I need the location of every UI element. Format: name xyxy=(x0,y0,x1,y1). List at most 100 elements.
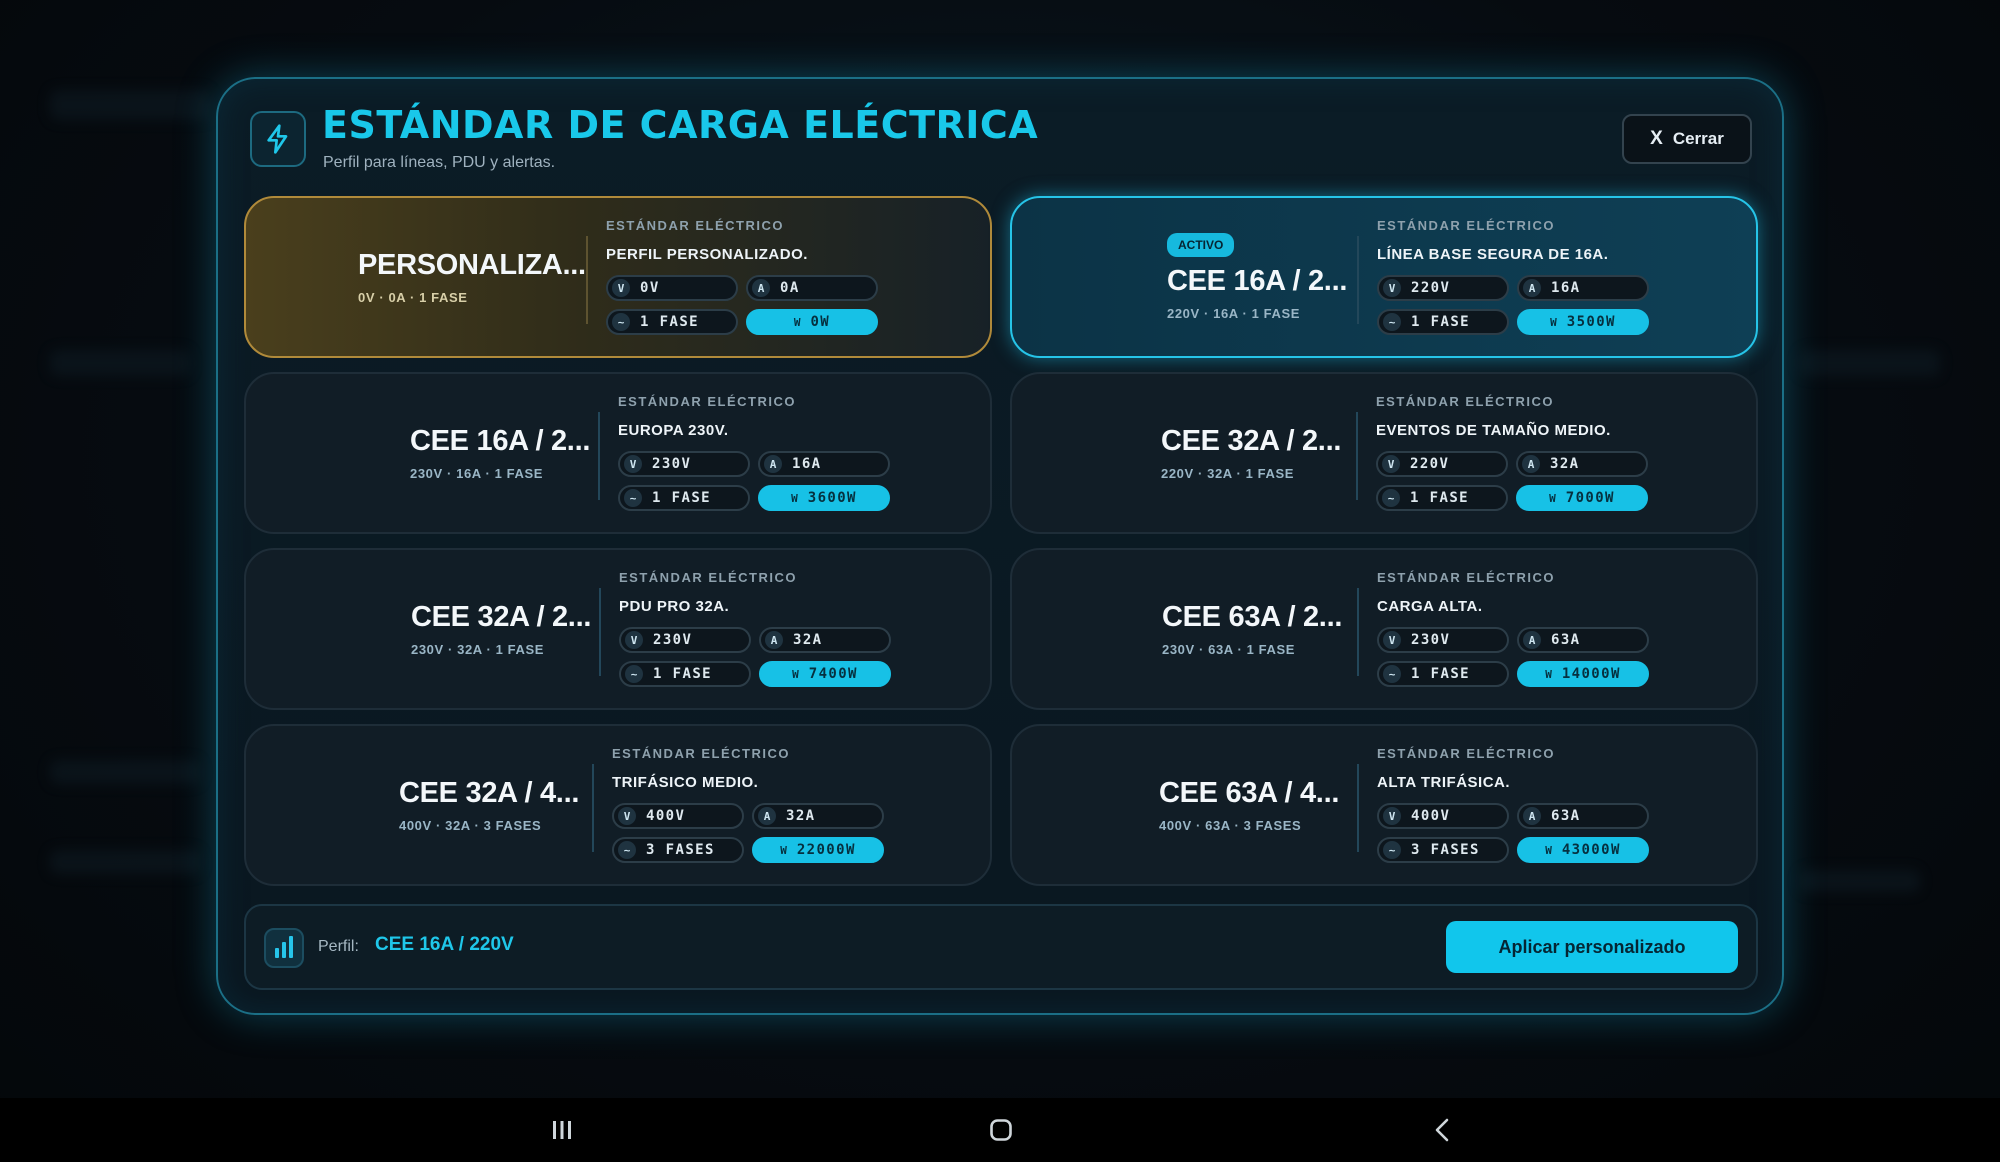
voltage-icon: V xyxy=(625,631,643,649)
voltage-icon: V xyxy=(624,455,642,473)
voltage-pill: V 220V xyxy=(1376,451,1508,477)
wattage-icon: W xyxy=(1550,315,1557,329)
wattage-icon: W xyxy=(792,667,799,681)
card-details: ESTÁNDAR ELÉCTRICO ALTA TRIFÁSICA. V 400V… xyxy=(1377,746,1649,863)
card-description: TRIFÁSICO MEDIO. xyxy=(612,774,759,791)
current-value: 0A xyxy=(780,280,800,296)
wattage-icon: W xyxy=(1549,491,1556,505)
voltage-pill: V 230V xyxy=(618,451,750,477)
wattage-value: 14000W xyxy=(1561,666,1621,682)
card-details: ESTÁNDAR ELÉCTRICO TRIFÁSICO MEDIO. V 400… xyxy=(612,746,884,863)
phase-icon: ~ xyxy=(1383,313,1401,331)
wattage-pill: W 3600W xyxy=(758,485,890,511)
card-summary: CEE 16A / 2... 230V · 16A · 1 FASE xyxy=(410,374,590,532)
bar-chart-icon xyxy=(264,928,304,968)
phase-pill: ~3 FASES xyxy=(1377,837,1509,863)
dialog-subtitle: Perfil para líneas, PDU y alertas. xyxy=(323,154,556,171)
phase-icon: ~ xyxy=(1383,665,1401,683)
card-title: CEE 63A / 4... xyxy=(1159,777,1340,809)
voltage-icon: V xyxy=(612,279,630,297)
home-icon[interactable] xyxy=(988,1116,1014,1144)
card-description: EUROPA 230V. xyxy=(618,422,729,439)
current-icon: A xyxy=(752,279,770,297)
wattage-pill: W 43000W xyxy=(1517,837,1649,863)
back-icon[interactable] xyxy=(1432,1116,1452,1144)
standard-card[interactable]: PERSONALIZA... 0V · 0A · 1 FASE ESTÁNDAR… xyxy=(244,196,992,358)
phase-pill: ~1 FASE xyxy=(619,661,751,687)
standard-card[interactable]: CEE 63A / 4... 400V · 63A · 3 FASES ESTÁ… xyxy=(1010,724,1758,886)
voltage-pill: V 230V xyxy=(619,627,751,653)
card-summary: CEE 63A / 4... 400V · 63A · 3 FASES xyxy=(1159,726,1339,884)
wattage-pill: W 14000W xyxy=(1517,661,1649,687)
card-title: CEE 16A / 2... xyxy=(410,425,591,457)
phase-pill: ~1 FASE xyxy=(1377,309,1509,335)
card-kicker: ESTÁNDAR ELÉCTRICO xyxy=(606,218,784,233)
phase-value: 1 FASE xyxy=(653,666,712,682)
current-pill: A 63A xyxy=(1517,627,1649,653)
standard-card[interactable]: CEE 32A / 2... 220V · 32A · 1 FASE ESTÁN… xyxy=(1010,372,1758,534)
phase-pill: ~3 FASES xyxy=(612,837,744,863)
card-spec: 220V · 32A · 1 FASE xyxy=(1161,466,1295,481)
voltage-icon: V xyxy=(1383,279,1401,297)
voltage-value: 230V xyxy=(1411,632,1451,648)
voltage-icon: V xyxy=(1383,807,1401,825)
standard-card[interactable]: CEE 32A / 2... 230V · 32A · 1 FASE ESTÁN… xyxy=(244,548,992,710)
card-summary: CEE 32A / 2... 230V · 32A · 1 FASE xyxy=(411,550,591,708)
standard-card[interactable]: CEE 32A / 4... 400V · 32A · 3 FASES ESTÁ… xyxy=(244,724,992,886)
voltage-pill: V 230V xyxy=(1377,627,1509,653)
card-kicker: ESTÁNDAR ELÉCTRICO xyxy=(612,746,790,761)
phase-value: 3 FASES xyxy=(646,842,715,858)
standard-card[interactable]: ACTIVO CEE 16A / 2... 220V · 16A · 1 FAS… xyxy=(1010,196,1758,358)
wattage-icon: W xyxy=(1545,667,1552,681)
voltage-value: 400V xyxy=(646,808,686,824)
current-value: 16A xyxy=(1551,280,1581,296)
recent-apps-icon[interactable] xyxy=(550,1116,574,1144)
current-pill: A 16A xyxy=(1517,275,1649,301)
card-summary: CEE 32A / 2... 220V · 32A · 1 FASE xyxy=(1161,374,1341,532)
active-badge: ACTIVO xyxy=(1167,233,1235,257)
voltage-pill: V 400V xyxy=(612,803,744,829)
current-icon: A xyxy=(758,807,776,825)
card-title: CEE 32A / 2... xyxy=(411,601,592,633)
phase-icon: ~ xyxy=(1383,841,1401,859)
divider xyxy=(598,412,600,500)
wattage-value: 3500W xyxy=(1566,314,1616,330)
current-icon: A xyxy=(765,631,783,649)
apply-custom-button[interactable]: Aplicar personalizado xyxy=(1446,921,1738,973)
card-kicker: ESTÁNDAR ELÉCTRICO xyxy=(1377,218,1555,233)
card-title: CEE 16A / 2... xyxy=(1167,265,1348,297)
card-description: ALTA TRIFÁSICA. xyxy=(1377,774,1511,791)
card-kicker: ESTÁNDAR ELÉCTRICO xyxy=(1376,394,1554,409)
phase-pill: ~1 FASE xyxy=(1377,661,1509,687)
card-details: ESTÁNDAR ELÉCTRICO PDU PRO 32A. V 230V A3… xyxy=(619,570,891,687)
electrical-standard-dialog: ESTÁNDAR DE CARGA ELÉCTRICA Perfil para … xyxy=(216,77,1784,1015)
current-pill: A 16A xyxy=(758,451,890,477)
current-icon: A xyxy=(1523,807,1541,825)
current-value: 32A xyxy=(793,632,823,648)
phase-pill: ~1 FASE xyxy=(606,309,738,335)
card-summary: CEE 32A / 4... 400V · 32A · 3 FASES xyxy=(399,726,579,884)
card-spec: 0V · 0A · 1 FASE xyxy=(358,290,468,305)
wattage-value: 0W xyxy=(810,314,831,330)
close-label: Cerrar xyxy=(1672,129,1724,148)
phase-pill: ~1 FASE xyxy=(618,485,750,511)
current-icon: A xyxy=(1523,279,1541,297)
card-summary: CEE 63A / 2... 230V · 63A · 1 FASE xyxy=(1162,550,1342,708)
wattage-pill: W 0W xyxy=(746,309,878,335)
wattage-icon: W xyxy=(791,491,798,505)
card-details: ESTÁNDAR ELÉCTRICO CARGA ALTA. V 230V A 63… xyxy=(1377,570,1649,687)
phase-icon: ~ xyxy=(624,489,642,507)
card-title: PERSONALIZA... xyxy=(358,249,586,281)
voltage-value: 230V xyxy=(653,632,693,648)
card-title: CEE 63A / 2... xyxy=(1162,601,1343,633)
wattage-value: 22000W xyxy=(796,842,856,858)
standard-card[interactable]: CEE 16A / 2... 230V · 16A · 1 FASE ESTÁN… xyxy=(244,372,992,534)
current-pill: A 63A xyxy=(1517,803,1649,829)
lightning-icon xyxy=(250,111,306,167)
close-button[interactable]: X Cerrar xyxy=(1622,114,1752,164)
wattage-icon: W xyxy=(780,843,787,857)
divider xyxy=(586,236,588,324)
current-pill: A 32A xyxy=(752,803,884,829)
standard-card[interactable]: CEE 63A / 2... 230V · 63A · 1 FASE ESTÁN… xyxy=(1010,548,1758,710)
current-value: 63A xyxy=(1551,632,1581,648)
